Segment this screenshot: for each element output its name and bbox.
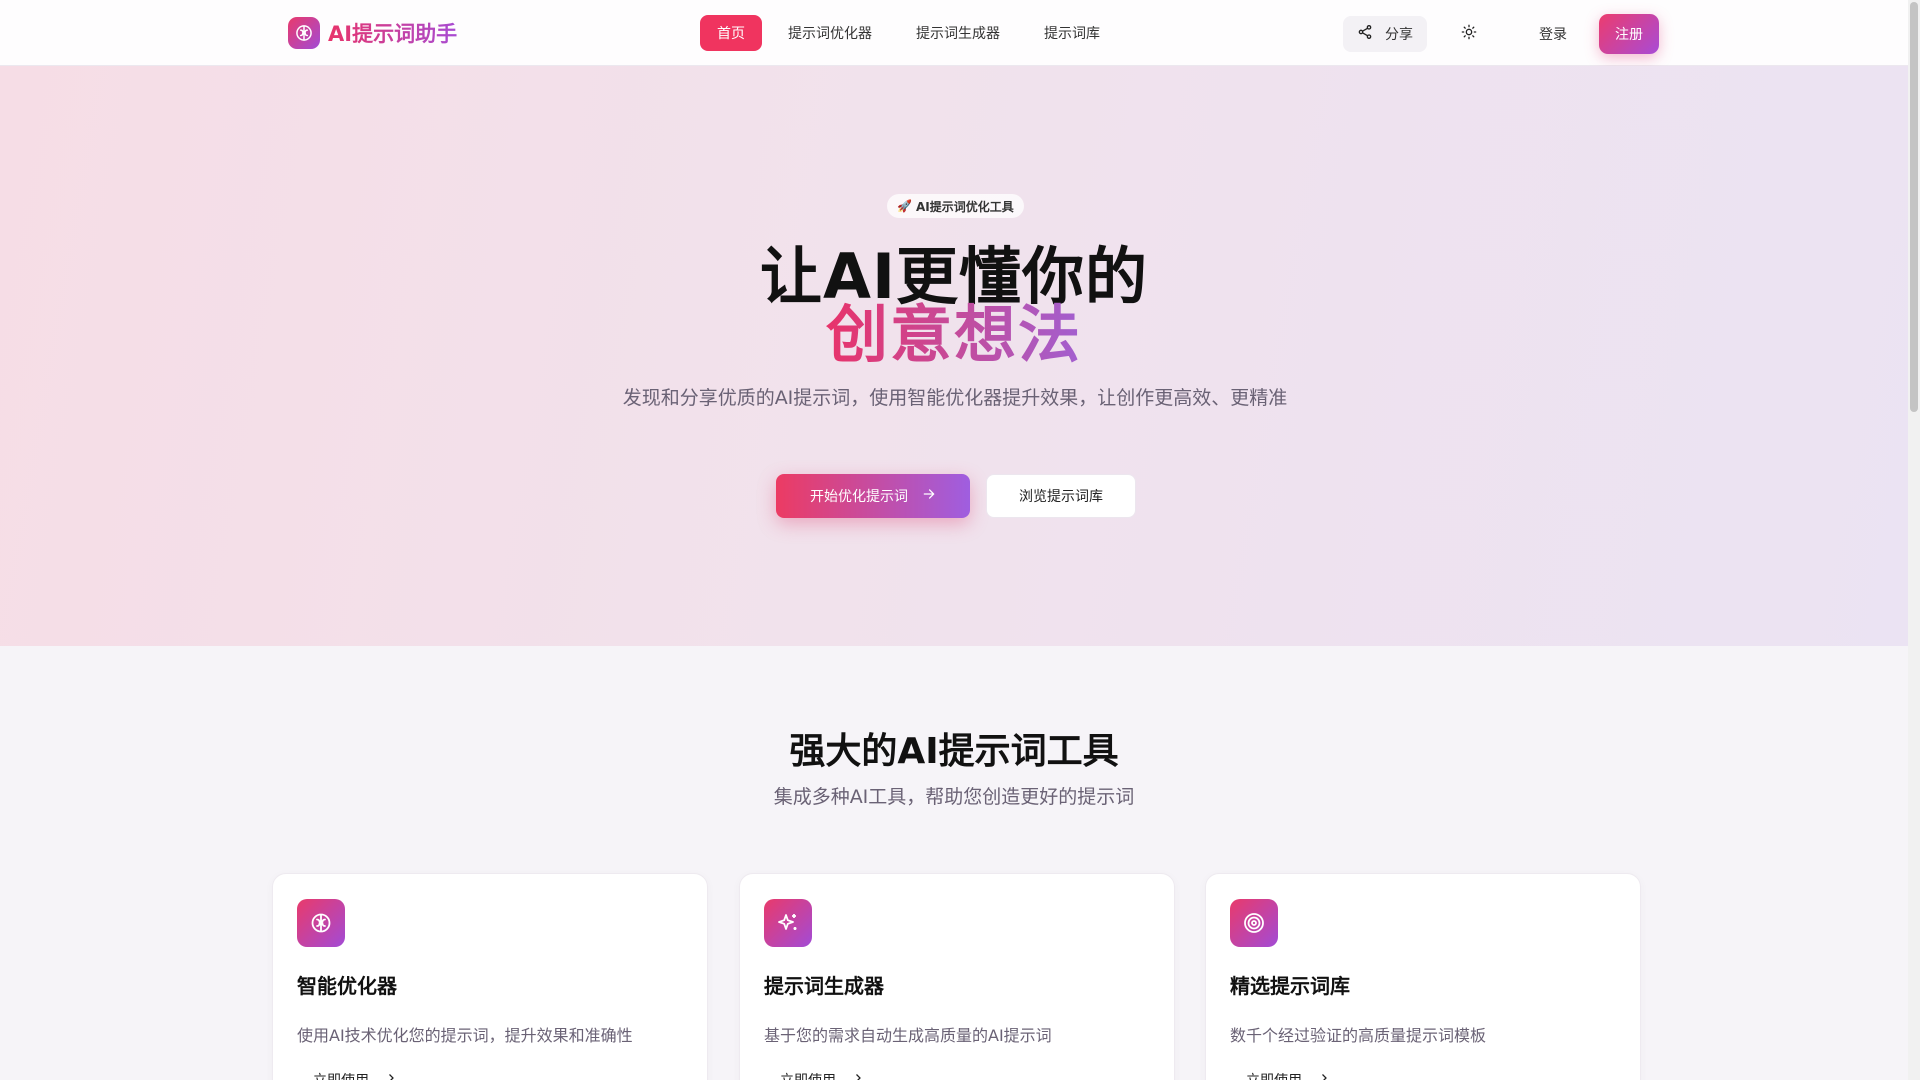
card-title: 精选提示词库 bbox=[1230, 974, 1350, 998]
hero-badge: 🚀 AI提示词优化工具 bbox=[887, 194, 1024, 218]
hero-title-highlight: 创意想法 bbox=[825, 298, 1082, 371]
chevron-right-icon bbox=[1318, 1072, 1330, 1080]
chevron-right-icon bbox=[852, 1072, 864, 1080]
brand-logo-link[interactable]: AI提示词助手 bbox=[288, 17, 457, 49]
chevron-right-icon bbox=[385, 1072, 397, 1080]
card-use-now-link[interactable]: 立即使用 bbox=[313, 1070, 397, 1080]
card-title: 智能优化器 bbox=[297, 974, 397, 998]
theme-toggle-button[interactable] bbox=[1451, 16, 1487, 52]
card-link-label: 立即使用 bbox=[313, 1070, 369, 1080]
share-icon bbox=[1357, 24, 1373, 44]
scrollbar-thumb[interactable] bbox=[1910, 2, 1918, 412]
nav-prompt-library[interactable]: 提示词库 bbox=[1026, 15, 1118, 51]
features-subtitle: 集成多种AI工具，帮助您创造更好的提示词 bbox=[773, 786, 1135, 808]
card-link-label: 立即使用 bbox=[1246, 1070, 1302, 1080]
share-label: 分享 bbox=[1385, 27, 1413, 43]
hero-section: 🚀 AI提示词优化工具 让AI更懂你的 创意想法 发现和分享优质的AI提示词，使… bbox=[0, 66, 1908, 646]
nav-prompt-generator[interactable]: 提示词生成器 bbox=[898, 15, 1018, 51]
feature-card-library[interactable]: 精选提示词库 数千个经过验证的高质量提示词模板 立即使用 bbox=[1205, 873, 1641, 1080]
nav-links: 首页 提示词优化器 提示词生成器 提示词库 bbox=[700, 15, 1118, 51]
hero-badge-label: AI提示词优化工具 bbox=[915, 199, 1014, 214]
start-optimize-label: 开始优化提示词 bbox=[810, 489, 908, 505]
brain-icon bbox=[297, 899, 345, 947]
card-use-now-link[interactable]: 立即使用 bbox=[1246, 1070, 1330, 1080]
top-navbar: AI提示词助手 首页 提示词优化器 提示词生成器 提示词库 分享 登录 注册 bbox=[0, 0, 1908, 66]
share-button[interactable]: 分享 bbox=[1343, 16, 1427, 52]
nav-actions: 分享 登录 注册 bbox=[1343, 14, 1659, 54]
hero-title-line2: 创意想法 bbox=[0, 284, 1908, 374]
rocket-icon: 🚀 bbox=[897, 199, 912, 213]
page-scrollbar[interactable] bbox=[1908, 0, 1920, 1080]
nav-home[interactable]: 首页 bbox=[700, 15, 762, 51]
signup-button[interactable]: 注册 bbox=[1599, 14, 1659, 54]
start-optimize-button[interactable]: 开始优化提示词 bbox=[776, 474, 970, 518]
card-use-now-link[interactable]: 立即使用 bbox=[780, 1070, 864, 1080]
card-description: 数千个经过验证的高质量提示词模板 bbox=[1230, 1026, 1487, 1045]
target-icon bbox=[1230, 899, 1278, 947]
features-title: 强大的AI提示词工具 bbox=[789, 731, 1119, 772]
nav-prompt-optimizer[interactable]: 提示词优化器 bbox=[770, 15, 890, 51]
brain-icon bbox=[288, 17, 320, 49]
sun-icon bbox=[1461, 24, 1477, 44]
card-title: 提示词生成器 bbox=[764, 974, 884, 998]
browse-library-button[interactable]: 浏览提示词库 bbox=[986, 474, 1136, 518]
feature-card-optimizer[interactable]: 智能优化器 使用AI技术优化您的提示词，提升效果和准确性 立即使用 bbox=[272, 873, 708, 1080]
card-description: 使用AI技术优化您的提示词，提升效果和准确性 bbox=[297, 1026, 633, 1045]
feature-card-generator[interactable]: 提示词生成器 基于您的需求自动生成高质量的AI提示词 立即使用 bbox=[739, 873, 1175, 1080]
sparkles-icon bbox=[764, 899, 812, 947]
arrow-right-icon bbox=[922, 487, 936, 505]
hero-subtitle: 发现和分享优质的AI提示词，使用智能优化器提升效果，让创作更高效、更精准 bbox=[622, 387, 1288, 409]
brand-name: AI提示词助手 bbox=[328, 18, 457, 48]
login-button[interactable]: 登录 bbox=[1521, 24, 1585, 44]
card-link-label: 立即使用 bbox=[780, 1070, 836, 1080]
card-description: 基于您的需求自动生成高质量的AI提示词 bbox=[764, 1026, 1052, 1045]
